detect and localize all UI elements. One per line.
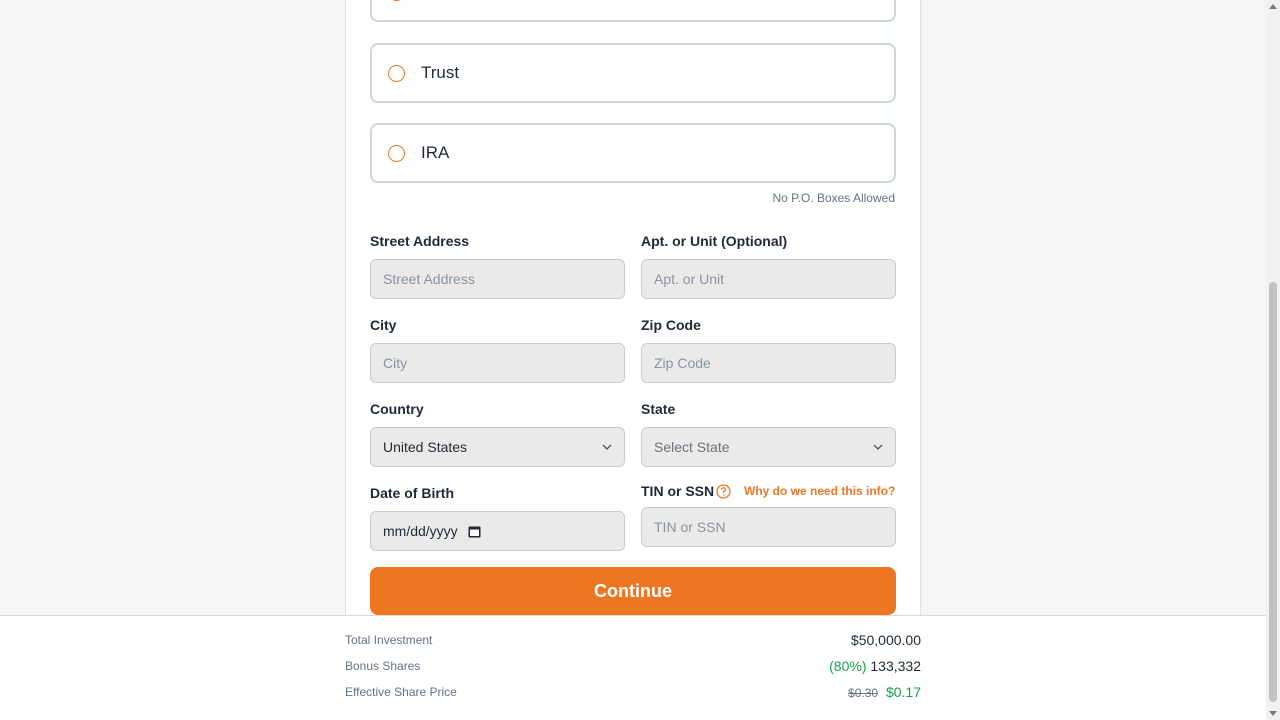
bonus-shares-value: 133,332 <box>870 658 921 674</box>
dob-value: mm/dd/yyyy <box>383 523 458 539</box>
address-hint: No P.O. Boxes Allowed <box>772 191 895 205</box>
state-select[interactable]: Select State <box>641 427 896 467</box>
street-label: Street Address <box>370 233 470 249</box>
effective-price-label: Effective Share Price <box>345 685 457 699</box>
radio-circle[interactable] <box>388 144 405 162</box>
scroll-thumb[interactable] <box>1269 282 1277 702</box>
help-icon[interactable] <box>716 484 731 499</box>
total-investment-label: Total Investment <box>345 633 433 647</box>
new-price: $0.17 <box>885 684 921 700</box>
total-investment-value: $50,000.00 <box>850 632 921 648</box>
radio-circle[interactable] <box>388 0 405 1</box>
zip-label: Zip Code <box>641 317 701 333</box>
entity-option-partial[interactable] <box>370 0 896 22</box>
bonus-shares-value-group: (80%) 133,332 <box>829 658 921 674</box>
radio-label: IRA <box>421 143 450 162</box>
dob-input[interactable]: mm/dd/yyyy <box>370 511 625 551</box>
country-select[interactable]: United States <box>370 427 625 467</box>
effective-price-value-group: $0.30 $0.17 <box>848 684 921 700</box>
effective-price-row: Effective Share Price $0.30 $0.17 <box>345 684 921 700</box>
entity-option-ira[interactable]: IRA <box>370 123 896 183</box>
chevron-down-icon <box>602 444 612 450</box>
tin-input[interactable] <box>641 507 896 547</box>
bonus-shares-label: Bonus Shares <box>345 659 421 673</box>
tin-label: TIN or SSN <box>641 483 715 499</box>
apt-label: Apt. or Unit (Optional) <box>641 233 788 249</box>
investment-summary: Total Investment $50,000.00 Bonus Shares… <box>0 615 1266 720</box>
scroll-down-icon[interactable] <box>1269 711 1277 716</box>
calendar-icon[interactable] <box>468 525 481 538</box>
old-price: $0.30 <box>848 686 879 700</box>
city-input[interactable] <box>370 343 625 383</box>
state-value: Select State <box>654 439 730 455</box>
country-label: Country <box>370 401 424 417</box>
zip-input[interactable] <box>641 343 896 383</box>
entity-option-trust[interactable]: Trust <box>370 43 896 103</box>
why-info-link[interactable]: Why do we need this info? <box>744 484 895 498</box>
radio-label: Trust <box>421 63 460 82</box>
city-label: City <box>370 317 397 333</box>
chevron-down-icon <box>873 444 883 450</box>
total-investment-row: Total Investment $50,000.00 <box>345 632 921 648</box>
dob-label: Date of Birth <box>370 485 454 501</box>
scrollbar[interactable] <box>1266 0 1280 720</box>
apt-input[interactable] <box>641 259 896 299</box>
country-value: United States <box>383 439 468 455</box>
continue-button[interactable]: Continue <box>370 567 896 615</box>
state-label: State <box>641 401 676 417</box>
bonus-shares-row: Bonus Shares (80%) 133,332 <box>345 658 921 674</box>
street-input[interactable] <box>370 259 625 299</box>
bonus-percent: (80%) <box>829 658 867 674</box>
scroll-up-icon[interactable] <box>1269 4 1277 9</box>
radio-circle[interactable] <box>388 64 405 82</box>
